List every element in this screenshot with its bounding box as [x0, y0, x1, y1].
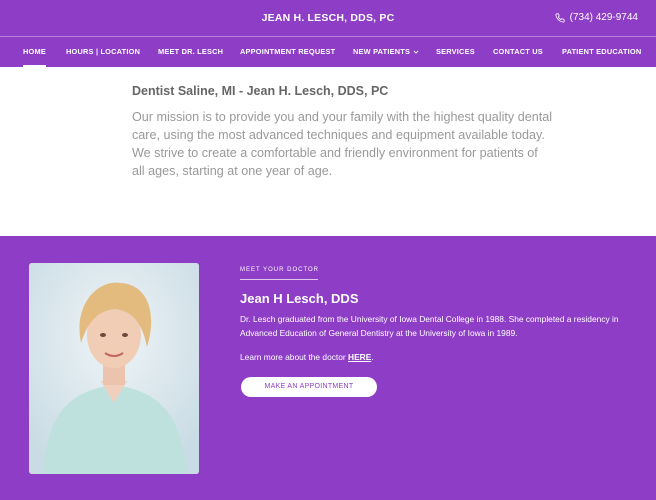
- nav-item-label: PATIENT EDUCATION: [562, 47, 642, 56]
- doctor-photo: [29, 263, 199, 474]
- main-nav: HOME HOURS | LOCATION MEET DR. LESCH APP…: [0, 36, 656, 67]
- learn-more-suffix: .: [371, 352, 374, 362]
- doctor-bio-text: Dr. Lesch graduated from the University …: [240, 314, 619, 338]
- nav-item-label: HOURS | LOCATION: [66, 47, 141, 56]
- nav-item-services[interactable]: SERVICES: [436, 37, 475, 67]
- nav-item-label: HOME: [23, 47, 46, 56]
- phone-number-text: (734) 429-9744: [569, 12, 638, 23]
- phone-icon: [555, 13, 565, 23]
- phone-number[interactable]: (734) 429-9744: [555, 0, 638, 36]
- learn-more-link[interactable]: HERE: [348, 352, 371, 362]
- learn-more-prefix: Learn more about the doctor: [240, 352, 349, 362]
- nav-item-label: MEET DR. LESCH: [158, 47, 224, 56]
- chevron-down-icon: [413, 50, 419, 54]
- nav-item-label: SERVICES: [436, 47, 475, 56]
- nav-item-patient-education[interactable]: PATIENT EDUCATION: [562, 37, 641, 67]
- nav-item-label: APPOINTMENT REQUEST: [240, 47, 336, 56]
- nav-item-label: NEW PATIENTS: [353, 47, 411, 56]
- nav-item-label: CONTACT US: [493, 47, 543, 56]
- make-appointment-button[interactable]: MAKE AN APPOINTMENT: [241, 377, 377, 397]
- eyebrow-divider: [240, 279, 318, 280]
- doctor-name: Jean H Lesch, DDS: [240, 291, 359, 306]
- nav-item-meet-dr-lesch[interactable]: MEET DR. LESCH: [158, 37, 223, 67]
- meet-your-doctor-eyebrow: MEET YOUR DOCTOR: [240, 267, 320, 273]
- intro-heading: Dentist Saline, MI - Jean H. Lesch, DDS,…: [132, 84, 389, 98]
- nav-item-appointment-request[interactable]: APPOINTMENT REQUEST: [240, 37, 335, 67]
- nav-item-home[interactable]: HOME: [23, 37, 46, 67]
- doctor-bio-section: MEET YOUR DOCTOR Jean H Lesch, DDS Dr. L…: [0, 236, 656, 500]
- doctor-portrait-illustration: [29, 263, 199, 474]
- intro-section: Dentist Saline, MI - Jean H. Lesch, DDS,…: [132, 84, 552, 180]
- learn-more-text: Learn more about the doctor HERE.: [240, 352, 374, 362]
- nav-item-hours-location[interactable]: HOURS | LOCATION: [66, 37, 140, 67]
- mission-statement: Our mission is to provide you and your f…: [132, 110, 553, 178]
- nav-item-new-patients[interactable]: NEW PATIENTS: [353, 37, 419, 67]
- nav-item-contact-us[interactable]: CONTACT US: [493, 37, 543, 67]
